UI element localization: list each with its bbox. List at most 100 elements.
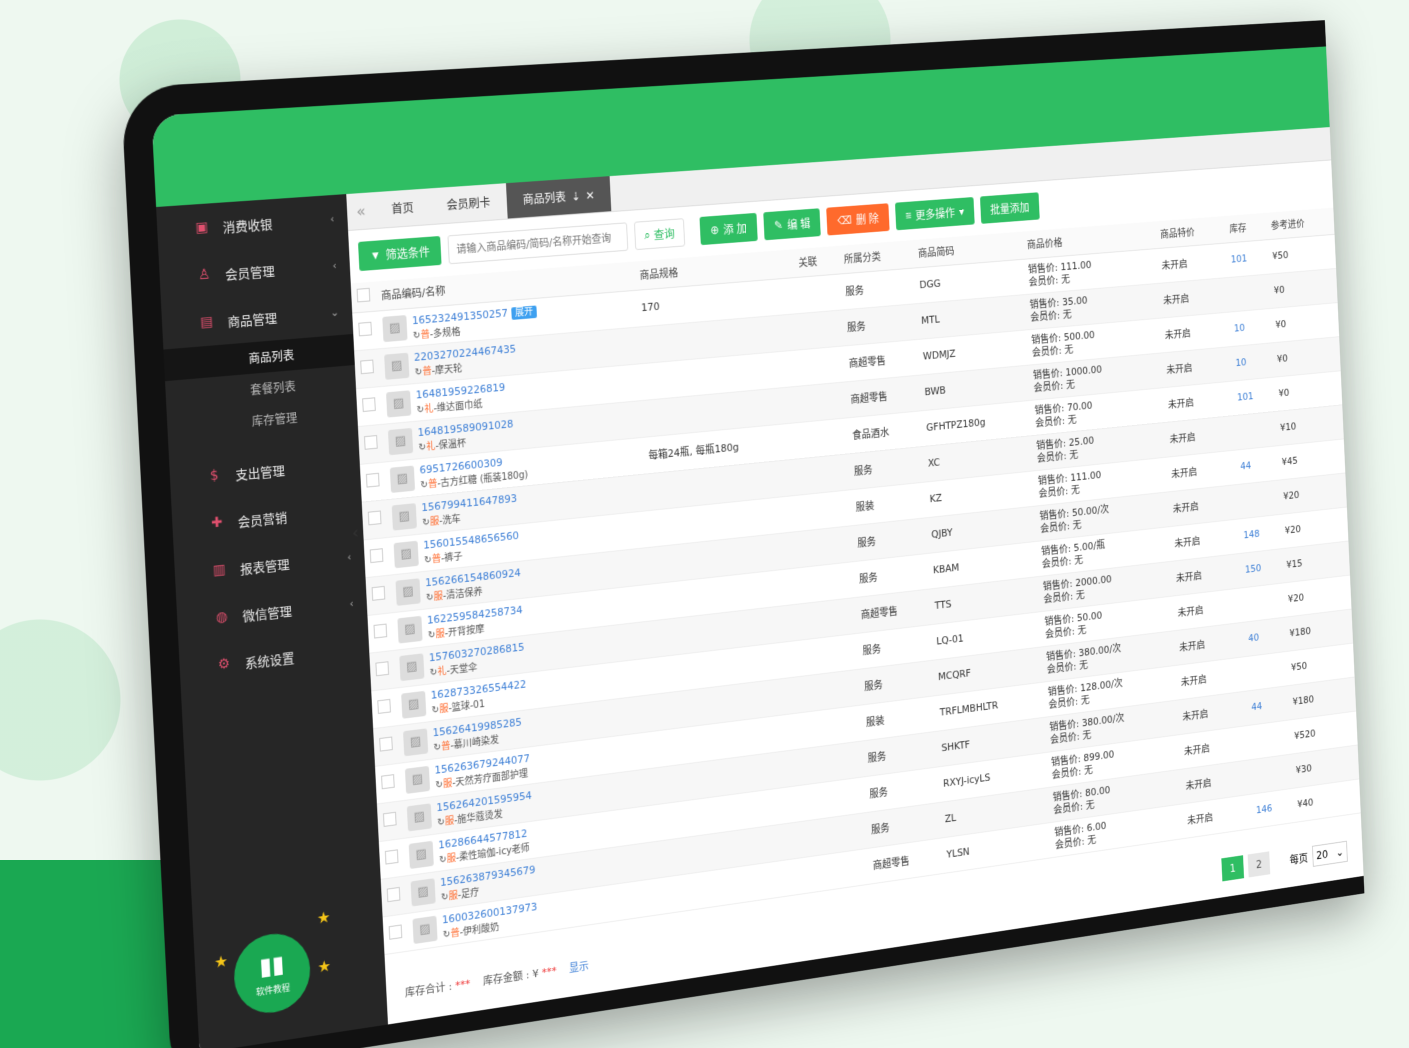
stock-cell[interactable]: 44 <box>1234 445 1278 485</box>
select-all-checkbox[interactable] <box>356 288 371 303</box>
chevron-icon: ‹ <box>346 550 352 564</box>
tab-member-card[interactable]: 会员刷卡 <box>429 183 507 224</box>
delete-button[interactable]: ⌫ 删 除 <box>826 203 890 236</box>
menu-icon: ≡ <box>905 208 912 223</box>
search-button[interactable]: ⌕ 查询 <box>633 218 685 251</box>
product-code[interactable]: 156799411647893 <box>421 492 517 514</box>
column-header[interactable]: 库存 <box>1224 212 1267 243</box>
batch-add-button[interactable]: 批量添加 <box>979 192 1040 224</box>
row-checkbox[interactable] <box>386 886 401 903</box>
expand-button[interactable]: 展开 <box>511 304 537 320</box>
stock-cell[interactable]: 10 <box>1230 342 1274 381</box>
checkbox-cell <box>382 913 409 955</box>
stock-cell[interactable] <box>1244 651 1288 691</box>
stock-cell[interactable]: 101 <box>1225 239 1269 278</box>
code-name-wrap: 164819589091028 ↻礼-保温杯 <box>417 417 514 453</box>
row-checkbox[interactable] <box>388 924 403 940</box>
top-action-shop[interactable]: ◘商城 <box>1143 46 1165 52</box>
product-code[interactable]: 164819589091028 <box>417 417 513 438</box>
row-checkbox[interactable] <box>375 661 390 677</box>
product-name: ↻服-篮球-01 <box>431 699 485 716</box>
tab-goods-list[interactable]: 商品列表 ⇣ ✕ <box>505 176 612 219</box>
stock-cell[interactable]: 148 <box>1237 514 1281 554</box>
product-name-text: -裤子 <box>440 550 463 564</box>
sidebar-item-label: 会员营销 <box>237 510 288 531</box>
stock-cell[interactable]: 44 <box>1245 685 1289 726</box>
row-checkbox[interactable] <box>364 435 378 450</box>
product-code[interactable]: 165232491350257 <box>412 306 508 326</box>
product-image-icon: ▨ <box>395 577 421 606</box>
row-checkbox[interactable] <box>382 811 397 827</box>
row-checkbox[interactable] <box>369 548 384 564</box>
add-label: 添 加 <box>722 221 748 237</box>
stock-cell[interactable]: 146 <box>1250 787 1294 829</box>
product-code[interactable]: 162873326554422 <box>431 677 527 701</box>
relation-cell <box>795 309 844 350</box>
product-code[interactable]: 156266154860924 <box>425 566 521 589</box>
product-code[interactable]: 16481959226819 <box>415 380 505 400</box>
stock-cell[interactable]: 101 <box>1231 376 1275 416</box>
row-checkbox[interactable] <box>381 774 395 790</box>
checkbox-cell <box>365 574 392 615</box>
stock-cell[interactable] <box>1236 479 1280 519</box>
show-link[interactable]: 显示 <box>569 958 589 976</box>
code-name-wrap: 160032600137973 ↻普-伊利酸奶 <box>442 900 538 940</box>
report-icon: ▥ <box>212 561 226 579</box>
laptop-device: ➤消息◘商城⇄交班●反馈⇩下载 ▣消费收银‹♙会员管理‹▤商品管理⌄ 商品列表套… <box>120 20 1365 1048</box>
stock-cell[interactable]: 40 <box>1242 616 1286 657</box>
per-page-select[interactable]: 20 ⌄ <box>1312 840 1348 867</box>
product-name-text: -摩天轮 <box>431 363 463 377</box>
column-header[interactable]: 关联 <box>792 245 840 278</box>
search-input[interactable] <box>447 222 629 265</box>
product-code[interactable]: 15626419985285 <box>432 715 522 738</box>
stock-cell[interactable] <box>1241 582 1285 622</box>
stock-cell[interactable] <box>1233 411 1277 450</box>
product-name-text: -洗车 <box>438 513 461 527</box>
plus-icon: ⊕ <box>709 223 720 237</box>
search-icon: ⌕ <box>643 227 651 242</box>
chevron-down-icon: ▾ <box>958 205 965 219</box>
row-checkbox[interactable] <box>360 359 374 375</box>
collapse-tabs-icon[interactable]: « <box>346 192 376 230</box>
product-code[interactable]: 162259584258734 <box>427 603 523 626</box>
stock-amount-label: 库存金额 : ¥ <box>482 967 539 988</box>
stock-cell[interactable]: 150 <box>1239 548 1283 588</box>
product-code[interactable]: 156015548656560 <box>423 529 519 551</box>
row-checkbox[interactable] <box>365 472 380 488</box>
tab-home[interactable]: 首页 <box>374 188 431 228</box>
row-checkbox[interactable] <box>373 623 388 639</box>
row-checkbox[interactable] <box>371 585 386 601</box>
row-checkbox[interactable] <box>362 397 376 413</box>
top-action-send[interactable]: ➤消息 <box>1091 46 1114 55</box>
stock-cell[interactable]: 10 <box>1228 308 1272 347</box>
row-checkbox[interactable] <box>384 849 399 865</box>
row-checkbox[interactable] <box>379 736 393 752</box>
more-actions-button[interactable]: ≡ 更多操作 ▾ <box>894 197 975 231</box>
collapse-sidebar-icon[interactable]: ‹ <box>352 522 360 543</box>
row-checkbox[interactable] <box>358 321 373 337</box>
product-code[interactable]: 157603270286815 <box>429 640 525 663</box>
product-code[interactable]: 2203270224467435 <box>414 342 517 363</box>
product-name-text: -保温杯 <box>435 437 467 452</box>
checkbox-cell <box>356 386 383 427</box>
code-name-wrap: 156799411647893 ↻服-洗车 <box>421 492 518 528</box>
product-image-icon: ▨ <box>397 615 423 644</box>
row-checkbox[interactable] <box>367 510 382 526</box>
code-name-wrap: 162259584258734 ↻服-开背按摩 <box>427 603 524 641</box>
add-button[interactable]: ⊕ 添 加 <box>699 212 758 246</box>
product-name-text: -慕川崎染发 <box>450 734 500 752</box>
pin-icon[interactable]: ⇣ <box>571 189 581 203</box>
tutorial-logo[interactable]: ▮▮ 软件教程 <box>232 928 312 1019</box>
stock-cell[interactable] <box>1226 273 1270 312</box>
page-button[interactable]: 2 <box>1247 851 1271 878</box>
row-checkbox[interactable] <box>377 698 391 714</box>
edit-button[interactable]: ✎ 编 辑 <box>763 208 822 241</box>
close-icon[interactable]: ✕ <box>585 188 595 202</box>
top-action-swap[interactable]: ⇄交班 <box>1195 46 1217 49</box>
stock-cell[interactable] <box>1247 719 1291 760</box>
page-button[interactable]: 1 <box>1221 855 1245 882</box>
code-name-wrap: 156266154860924 ↻服-清洁保养 <box>425 566 522 603</box>
relation-cell <box>811 632 859 675</box>
filter-button[interactable]: ▼ 筛选条件 <box>357 235 442 272</box>
product-name: ↻普-裤子 <box>424 551 463 566</box>
